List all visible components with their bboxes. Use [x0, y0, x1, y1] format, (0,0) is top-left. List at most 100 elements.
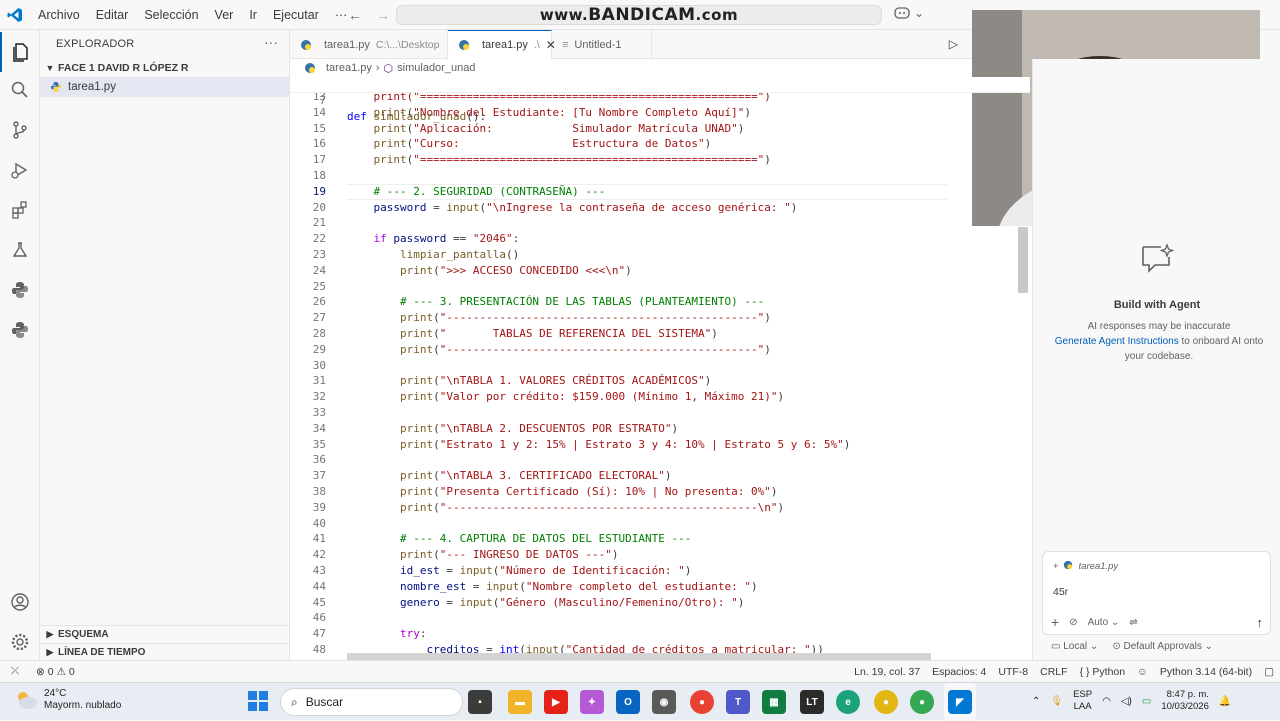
- menu-item-4[interactable]: Ir: [241, 0, 265, 30]
- add-icon[interactable]: +: [1051, 614, 1059, 630]
- timeline-section[interactable]: ▶ LÍNEA DE TIEMPO: [40, 643, 290, 661]
- extensions-icon[interactable]: [0, 190, 40, 230]
- battery-icon[interactable]: ▭: [1142, 696, 1151, 707]
- code-line[interactable]: 16 print("Curso: Estructura de Datos"): [290, 136, 1030, 152]
- cursor-position[interactable]: Ln. 19, col. 37: [848, 666, 926, 678]
- mode-selector[interactable]: Auto ⌄: [1088, 617, 1120, 628]
- code-line[interactable]: 47 try:: [290, 626, 1030, 642]
- vscode-taskbar-icon[interactable]: ◤: [948, 690, 972, 714]
- terminal-app-icon[interactable]: LT: [800, 690, 824, 714]
- wifi-icon[interactable]: ◠: [1102, 696, 1111, 707]
- code-line[interactable]: 46: [290, 610, 1030, 626]
- copilot-app-icon[interactable]: ✦: [580, 690, 604, 714]
- notifications-icon[interactable]: ▢: [1258, 666, 1280, 678]
- add-icon[interactable]: +: [1053, 561, 1059, 572]
- breadcrumb-symbol[interactable]: simulador_unad: [397, 62, 475, 74]
- code-line[interactable]: 40: [290, 516, 1030, 532]
- approvals-selector[interactable]: ⊙ Default Approvals ⌄: [1112, 641, 1213, 652]
- search-icon[interactable]: [0, 70, 40, 110]
- horizontal-scrollbar[interactable]: [347, 653, 931, 660]
- line-endings[interactable]: CRLF: [1034, 666, 1073, 678]
- editor-scrollbar-thumb[interactable]: [1018, 227, 1028, 293]
- file-item-tarea1[interactable]: tarea1.py: [40, 77, 290, 97]
- code-line[interactable]: 35 print("Estrato 1 y 2: 15% | Estrato 3…: [290, 437, 1030, 453]
- chevron-up-icon[interactable]: ⌃: [1032, 696, 1040, 707]
- code-line[interactable]: 36: [290, 452, 1030, 468]
- workspace-folder[interactable]: ▼ FACE 1 DAVID R LÓPEZ R: [40, 58, 290, 78]
- run-play-icon[interactable]: ▷: [949, 37, 958, 51]
- tab-tarea1-desktop[interactable]: tarea1.py C:\...\Desktop: [290, 30, 448, 59]
- forward-arrow-icon[interactable]: →: [376, 7, 390, 23]
- microphone-icon[interactable]: 🎙: [1050, 696, 1063, 707]
- code-line[interactable]: 39 print("------------------------------…: [290, 500, 1030, 516]
- language-indicator[interactable]: ESP LAA: [1073, 689, 1092, 713]
- code-line[interactable]: 28 print(" TABLAS DE REFERENCIA DEL SIST…: [290, 326, 1030, 342]
- code-line[interactable]: 18: [290, 168, 1030, 184]
- menu-item-2[interactable]: Selección: [136, 0, 206, 30]
- code-line[interactable]: 19 # --- 2. SEGURIDAD (CONTRASEÑA) ---: [290, 183, 1030, 200]
- chrome-canary-icon[interactable]: ●: [874, 690, 898, 714]
- explorer-icon[interactable]: [0, 32, 40, 72]
- code-line[interactable]: 25: [290, 279, 1030, 295]
- local-selector[interactable]: ▭ Local ⌄: [1051, 641, 1098, 652]
- python-icon[interactable]: [0, 270, 40, 310]
- source-control-icon[interactable]: [0, 110, 40, 150]
- chevron-down-icon[interactable]: ⌄: [914, 6, 924, 23]
- chat-input[interactable]: 45r: [1053, 586, 1068, 598]
- edge-icon[interactable]: e: [836, 690, 860, 714]
- command-center[interactable]: www.BANDICAM.com: [396, 5, 882, 25]
- code-line[interactable]: 23 limpiar_pantalla(): [290, 247, 1030, 263]
- context-file-chip[interactable]: + tarea1.py: [1053, 560, 1118, 572]
- generate-instructions-link[interactable]: Generate Agent Instructions: [1055, 336, 1179, 347]
- settings-gear-icon[interactable]: [0, 622, 40, 662]
- menu-item-5[interactable]: Ejecutar: [265, 0, 327, 30]
- problems-status[interactable]: ⊗ 0 ⚠ 0: [30, 666, 81, 678]
- code-line[interactable]: 21: [290, 215, 1030, 231]
- outlook-icon[interactable]: O: [616, 690, 640, 714]
- code-line[interactable]: 22 if password == "2046":: [290, 231, 1030, 247]
- task-view-icon[interactable]: ▪: [468, 690, 492, 714]
- code-line[interactable]: 42 print("--- INGRESO DE DATOS ---"): [290, 547, 1030, 563]
- code-line[interactable]: 44 nombre_est = input("Nombre completo d…: [290, 579, 1030, 595]
- sticky-scroll-header[interactable]: 7 def simulador_unad():: [290, 77, 1030, 123]
- menu-item-1[interactable]: Editar: [88, 0, 137, 30]
- code-line[interactable]: 30: [290, 358, 1030, 374]
- code-line[interactable]: 27 print("------------------------------…: [290, 310, 1030, 326]
- taskbar-search[interactable]: ⌕ Buscar: [280, 688, 463, 716]
- file-explorer-icon[interactable]: ▬: [508, 690, 532, 714]
- code-line[interactable]: 38 print("Presenta Certificado (Sí): 10%…: [290, 484, 1030, 500]
- run-debug-icon[interactable]: [0, 150, 40, 190]
- code-line[interactable]: 37 print("\nTABLA 3. CERTIFICADO ELECTOR…: [290, 468, 1030, 484]
- menu-item-3[interactable]: Ver: [207, 0, 242, 30]
- menu-item-0[interactable]: Archivo: [30, 0, 88, 30]
- python-env-icon[interactable]: [0, 310, 40, 350]
- code-line[interactable]: 24 print(">>> ACCESO CONCEDIDO <<<\n"): [290, 263, 1030, 279]
- remote-icon[interactable]: ⤫: [0, 661, 30, 683]
- code-line[interactable]: 26 # --- 3. PRESENTACIÓN DE LAS TABLAS (…: [290, 294, 1030, 310]
- indentation[interactable]: Espacios: 4: [926, 666, 992, 678]
- spreadsheet-icon[interactable]: ▦: [762, 690, 786, 714]
- notification-bell-icon[interactable]: 🔔: [1219, 696, 1231, 707]
- code-line[interactable]: 34 print("\nTABLA 2. DESCUENTOS POR ESTR…: [290, 421, 1030, 437]
- code-line[interactable]: 29 print("------------------------------…: [290, 342, 1030, 358]
- copilot-icon[interactable]: [894, 6, 910, 23]
- teams-icon[interactable]: T: [726, 690, 750, 714]
- volume-icon[interactable]: ◁): [1121, 696, 1132, 707]
- tab-tarea1-active[interactable]: tarea1.py .\ ✕: [448, 30, 556, 59]
- breadcrumb-file[interactable]: tarea1.py: [326, 62, 372, 74]
- explorer-more-button[interactable]: ···: [264, 34, 278, 50]
- chrome-icon[interactable]: ●: [690, 690, 714, 714]
- clock[interactable]: 8:47 p. m. 10/03/2026: [1161, 689, 1209, 713]
- outline-section[interactable]: ▶ ESQUEMA: [40, 625, 290, 643]
- testing-flask-icon[interactable]: [0, 230, 40, 270]
- code-line[interactable]: 20 password = input("\nIngrese la contra…: [290, 200, 1030, 216]
- encoding[interactable]: UTF-8: [992, 666, 1034, 678]
- tab-untitled-1[interactable]: ≡ Untitled-1: [552, 30, 652, 59]
- chrome-profile-icon[interactable]: ●: [910, 690, 934, 714]
- code-line[interactable]: 41 # --- 4. CAPTURA DE DATOS DEL ESTUDIA…: [290, 531, 1030, 547]
- copilot-status-icon[interactable]: ☺: [1131, 666, 1154, 678]
- tools-icon[interactable]: ⊘: [1069, 617, 1077, 628]
- code-line[interactable]: 33: [290, 405, 1030, 421]
- code-line[interactable]: 17 print("==============================…: [290, 152, 1030, 168]
- settings-sliders-icon[interactable]: ⇌: [1129, 617, 1137, 628]
